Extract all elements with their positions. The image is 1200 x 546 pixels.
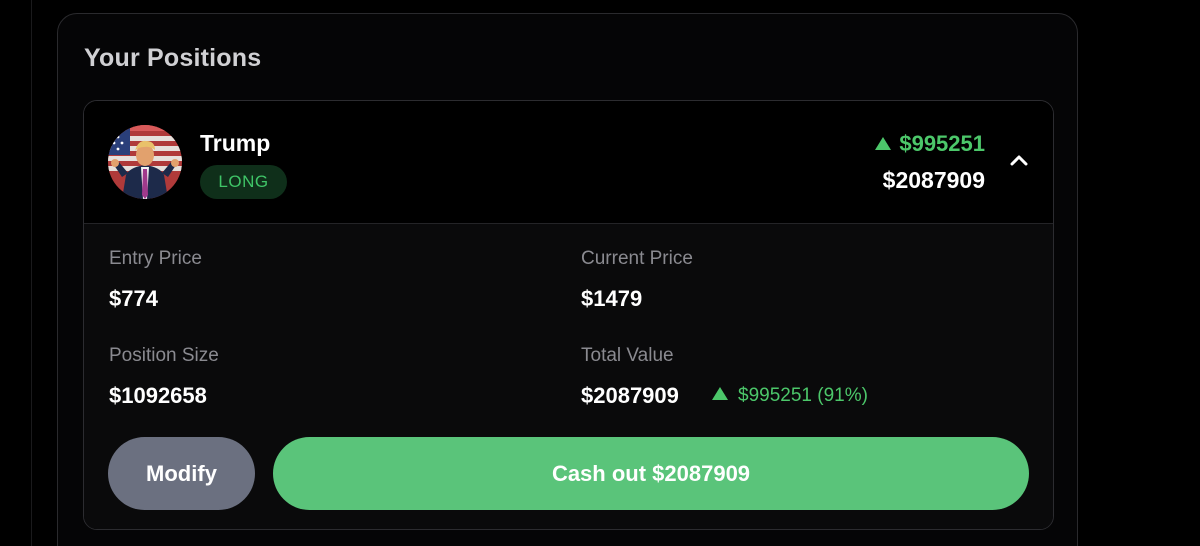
- cash-out-button[interactable]: Cash out $2087909: [273, 437, 1029, 510]
- total-change-text: $995251 (91%): [738, 385, 868, 406]
- asset-name: Trump: [200, 130, 271, 156]
- page: Your Positions Trump LONG $995251 $20879…: [0, 0, 1200, 546]
- current-price-label: Current Price: [581, 248, 693, 269]
- total-value-value: $2087909: [581, 383, 679, 408]
- entry-price-label: Entry Price: [109, 248, 202, 269]
- position-details: Entry Price $774 Current Price $1479 Pos…: [84, 224, 1053, 529]
- panel-title: Your Positions: [84, 44, 262, 72]
- total-value-label: Total Value: [581, 345, 674, 366]
- position-size-label: Position Size: [109, 345, 219, 366]
- triangle-up-icon: [875, 137, 892, 150]
- position-size-value: $1092658: [109, 383, 207, 408]
- pnl-amount: $995251: [899, 131, 985, 156]
- chevron-up-icon[interactable]: [1007, 149, 1031, 173]
- pnl-change: $995251: [875, 131, 985, 157]
- asset-avatar: [108, 125, 182, 199]
- left-divider: [31, 0, 32, 546]
- total-change: $995251 (91%): [712, 385, 868, 407]
- position-card-header[interactable]: Trump LONG $995251 $2087909: [84, 101, 1053, 224]
- modify-button[interactable]: Modify: [108, 437, 255, 510]
- entry-price-value: $774: [109, 286, 158, 311]
- current-price-value: $1479: [581, 286, 643, 311]
- triangle-up-icon: [712, 387, 728, 400]
- position-card: Trump LONG $995251 $2087909 Entry Price …: [83, 100, 1054, 530]
- positions-panel: Your Positions Trump LONG $995251 $20879…: [57, 13, 1078, 546]
- portrait-avatar-icon: [108, 125, 182, 199]
- position-value: $2087909: [882, 167, 985, 193]
- side-badge: LONG: [200, 165, 287, 199]
